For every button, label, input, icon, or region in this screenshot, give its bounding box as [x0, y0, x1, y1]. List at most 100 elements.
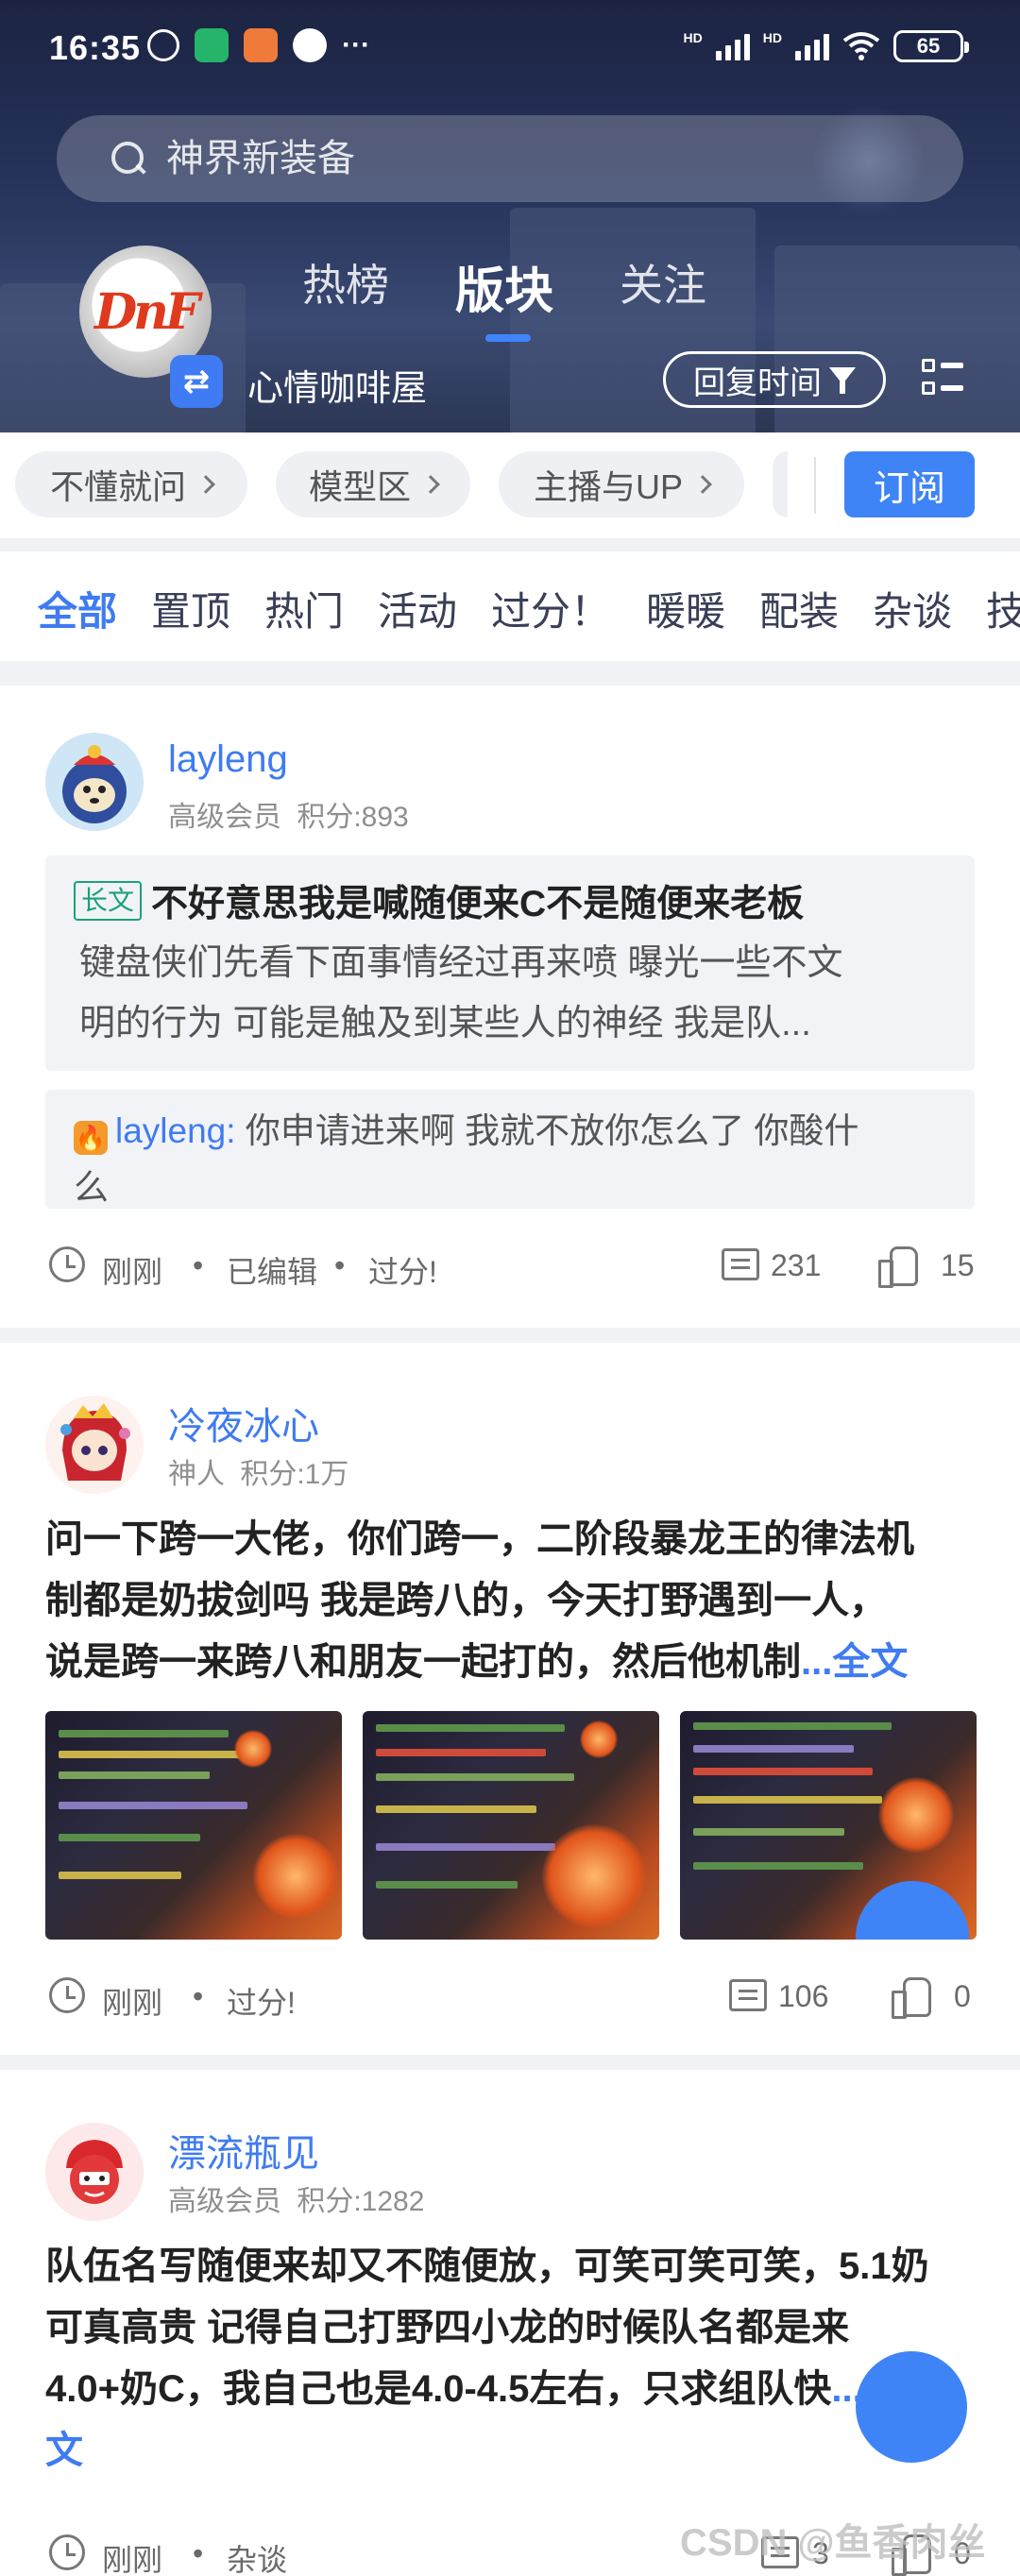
clock-icon	[49, 1977, 85, 2013]
floating-compose-button[interactable]	[856, 1881, 969, 1940]
comment-icon[interactable]	[729, 1979, 767, 2011]
wallet-app-icon	[293, 28, 327, 62]
reply-text: 么	[74, 1168, 109, 1207]
tab-forum[interactable]: 版块	[455, 251, 553, 342]
category-tab-warm[interactable]: 暖暖	[646, 580, 725, 637]
status-system-icons: HD HD 65	[683, 30, 969, 62]
switch-icon[interactable]: ⇄	[170, 355, 223, 408]
divider	[0, 1328, 1020, 1343]
long-post-tag: 长文	[74, 881, 143, 921]
category-tab-chat[interactable]: 杂谈	[873, 580, 952, 637]
post-footer: 刚刚 • 已编辑 • 过分! 231 15	[45, 1241, 975, 1289]
post-category[interactable]: 过分!	[368, 1248, 437, 1292]
edited-label: 已编辑	[227, 1255, 318, 1289]
divider	[0, 538, 1020, 551]
post-title-line: 文	[45, 2420, 980, 2482]
sub-forum-chip[interactable]: 不懂就问	[15, 451, 247, 517]
comment-icon[interactable]	[722, 1248, 759, 1280]
post-card[interactable]: layleng 高级会员 积分:893 长文 不好意思我是喊随便来C不是随便来老…	[0, 686, 1020, 1328]
sort-by-reply-time-button[interactable]: 回复时间	[663, 351, 886, 408]
search-input[interactable]	[166, 137, 922, 180]
reply-username: layleng:	[115, 1111, 236, 1150]
shopping-app-icon	[244, 28, 278, 62]
category-tab-excessive[interactable]: 过分！	[491, 580, 610, 637]
category-tab-events[interactable]: 活动	[378, 580, 457, 637]
post-time: 刚刚	[102, 1255, 163, 1289]
divider	[814, 457, 816, 514]
floating-compose-button[interactable]	[856, 2351, 967, 2463]
hd-label: HD	[683, 30, 703, 45]
reply-text: 你申请进来啊 我就不放你怎么了 你酸什	[235, 1111, 859, 1150]
category-tab-pinned[interactable]: 置顶	[151, 580, 230, 637]
username[interactable]: 冷夜冰心	[168, 1396, 319, 1450]
user-level: 神人	[168, 1459, 225, 1490]
post-title[interactable]: 问一下跨一大佬，你们跨一，二阶段暴龙王的律法机 制都是奶拔剑吗 我是跨八的，今天…	[45, 1509, 980, 1693]
category-tab-hot[interactable]: 热门	[264, 580, 344, 637]
read-more-link[interactable]: ...全文	[801, 1641, 908, 1683]
like-count: 15	[941, 1248, 975, 1282]
community-name[interactable]: 心情咖啡屋	[247, 359, 427, 411]
sub-forum-label: 不懂就问	[49, 467, 186, 506]
username[interactable]: 漂流瓶见	[168, 2123, 319, 2178]
separator-dot: •	[193, 1248, 204, 1282]
user-meta: 高级会员 积分:893	[168, 793, 409, 835]
read-more-link[interactable]: 文	[45, 2430, 83, 2471]
category-tab-all[interactable]: 全部	[38, 580, 117, 637]
status-notification-icons: ···	[147, 28, 370, 62]
avatar[interactable]	[45, 733, 144, 831]
post-category[interactable]: 杂谈	[227, 2536, 287, 2576]
category-tab-tech[interactable]: 技	[986, 580, 1020, 637]
avatar[interactable]	[45, 1396, 144, 1494]
sub-forum-chip[interactable]: 模型区	[276, 451, 470, 517]
user-points: 积分:893	[297, 802, 409, 833]
like-count: 0	[954, 1979, 971, 2013]
avatar[interactable]	[45, 2123, 144, 2221]
list-view-icon[interactable]	[922, 357, 963, 398]
category-tabs: 全部 置顶 热门 活动 过分！ 暖暖 配装 杂谈 技	[0, 551, 1020, 657]
post-excerpt: 键盘侠们先看下面事情经过再来喷 曝光一些不文 明的行为 可能是触及到某些人的神经…	[74, 933, 946, 1054]
status-bar: 16:35 ··· HD HD 65	[0, 0, 1020, 94]
post-title-line: 问一下跨一大佬，你们跨一，二阶段暴龙王的律法机	[45, 1518, 914, 1560]
wifi-icon	[842, 32, 880, 60]
sub-forum-bar: 不懂就问 模型区 主播与UP 订阅	[0, 432, 1020, 538]
post-card[interactable]: 漂流瓶见 高级会员 积分:1282 队伍名写随便来却又不随便放，可笑可笑可笑，5…	[0, 2070, 1020, 2576]
separator-dot: •	[193, 2536, 204, 2570]
sub-forum-chip[interactable]: 主播与UP	[499, 451, 744, 517]
like-icon[interactable]	[878, 1245, 918, 1288]
divider	[0, 2055, 1020, 2070]
username[interactable]: layleng	[168, 738, 288, 781]
post-image[interactable]	[680, 1711, 977, 1940]
post-title-text: 不好意思我是喊随便来C不是随便来老板	[151, 884, 805, 924]
post-images	[45, 1711, 977, 1940]
avatar-image	[45, 2123, 144, 2221]
subscribe-button[interactable]: 订阅	[844, 451, 975, 517]
search-bar[interactable]	[57, 115, 963, 202]
post-title-line: 说是跨一来跨八和朋友一起打的，然后他机制...全文	[45, 1641, 909, 1683]
comment-count: 106	[778, 1979, 829, 2013]
fire-icon: 🔥	[74, 1121, 108, 1155]
tab-follow[interactable]: 关注	[620, 251, 706, 322]
post-card[interactable]: 冷夜冰心 神人 积分:1万 问一下跨一大佬，你们跨一，二阶段暴龙王的律法机 制都…	[0, 1343, 1020, 2055]
post-category[interactable]: 过分!	[227, 1979, 296, 2023]
separator-dot: •	[193, 1979, 204, 2013]
hot-reply[interactable]: 🔥 layleng: 你申请进来啊 我就不放你怎么了 你酸什 么	[45, 1090, 975, 1209]
category-tab-builds[interactable]: 配装	[759, 580, 839, 637]
sort-button-label: 回复时间	[693, 364, 822, 401]
post-title-line: 队伍名写随便来却又不随便放，可笑可笑可笑，5.1奶	[45, 2246, 929, 2287]
post-image[interactable]	[363, 1711, 659, 1940]
alarm-icon	[147, 29, 179, 61]
separator-dot: •	[334, 1248, 346, 1282]
post-title[interactable]: 队伍名写随便来却又不随便放，可笑可笑可笑，5.1奶 可真高贵 记得自己打野四小龙…	[45, 2236, 980, 2482]
signal-icon	[715, 32, 750, 60]
post-image[interactable]	[45, 1711, 342, 1940]
hd-label: HD	[762, 30, 782, 45]
header: 16:35 ··· HD HD 65 DnF ⇄ 心情咖啡	[0, 0, 1020, 432]
post-time: 刚刚	[102, 1986, 163, 2020]
avatar-image	[45, 733, 144, 831]
like-icon[interactable]	[892, 1975, 931, 2019]
chevron-right-icon	[421, 475, 440, 494]
long-post-preview[interactable]: 长文 不好意思我是喊随便来C不是随便来老板 键盘侠们先看下面事情经过再来喷 曝光…	[45, 856, 975, 1071]
sub-forum-chip-partial[interactable]	[773, 451, 788, 517]
tab-hot-list[interactable]: 热榜	[302, 251, 389, 322]
post-title: 长文 不好意思我是喊随便来C不是随便来老板	[74, 874, 946, 927]
